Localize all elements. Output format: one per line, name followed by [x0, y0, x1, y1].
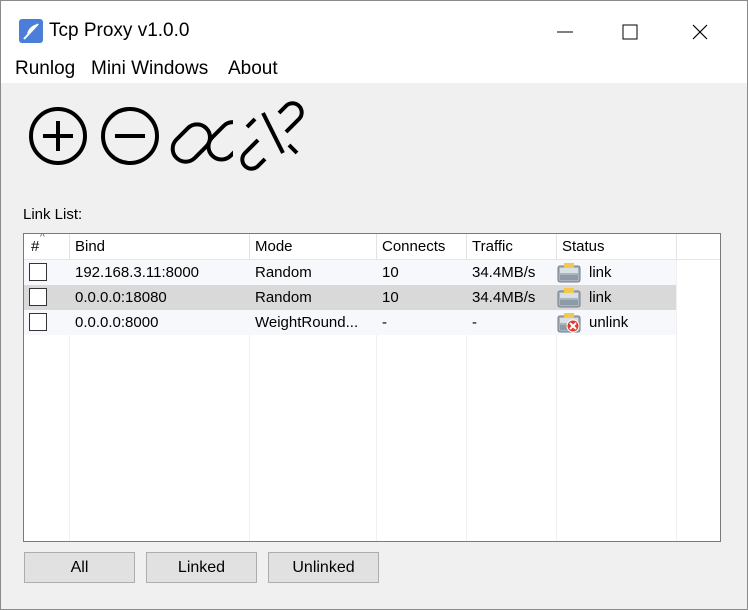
- link-list-label: Link List:: [23, 206, 83, 223]
- mode-cell: Random: [255, 289, 312, 306]
- row-checkbox[interactable]: [29, 263, 47, 281]
- sort-ascending-icon: ^: [40, 233, 45, 243]
- mode-cell: Random: [255, 264, 312, 281]
- drive-error-icon: [557, 313, 581, 333]
- remove-proxy-button[interactable]: [97, 101, 163, 171]
- header-divider: [466, 234, 467, 259]
- connects-cell: -: [382, 314, 387, 331]
- table-row[interactable]: 0.0.0.0:8000 WeightRound... - - unlink: [24, 310, 676, 335]
- table-row[interactable]: 192.168.3.11:8000 Random 10 34.4MB/s lin…: [24, 260, 676, 285]
- maximize-icon[interactable]: [615, 17, 645, 47]
- unlink-button[interactable]: [239, 101, 305, 171]
- row-checkbox[interactable]: [29, 288, 47, 306]
- link-icon: [170, 120, 233, 164]
- filter-unlinked-button[interactable]: Unlinked: [268, 552, 379, 583]
- column-header-bind[interactable]: Bind: [75, 238, 105, 255]
- drive-ok-icon: [557, 263, 581, 283]
- feather-pen-icon: [19, 19, 43, 43]
- window-title: Tcp Proxy v1.0.0: [49, 20, 190, 41]
- traffic-cell: -: [472, 314, 477, 331]
- column-header-mode[interactable]: Mode: [255, 238, 293, 255]
- table-header: # ^ Bind Mode Connects Traffic Status: [24, 234, 720, 260]
- status-cell: unlink: [589, 314, 629, 331]
- header-divider: [376, 234, 377, 259]
- app-window: Tcp Proxy v1.0.0 Runlog Mini Windows Abo…: [0, 0, 748, 610]
- table-row[interactable]: 0.0.0.0:18080 Random 10 34.4MB/s link: [24, 285, 676, 310]
- column-header-traffic[interactable]: Traffic: [472, 238, 513, 255]
- status-cell: link: [589, 289, 612, 306]
- drive-ok-icon: [557, 288, 581, 308]
- menu-bar: Runlog Mini Windows About: [1, 57, 747, 83]
- traffic-cell: 34.4MB/s: [472, 289, 536, 306]
- bind-cell: 0.0.0.0:18080: [75, 289, 167, 306]
- status-cell: link: [589, 264, 612, 281]
- connects-cell: 10: [382, 264, 399, 281]
- add-proxy-button[interactable]: [25, 101, 91, 171]
- menu-about[interactable]: About: [228, 58, 278, 80]
- column-divider: [676, 234, 677, 541]
- column-header-status[interactable]: Status: [562, 238, 605, 255]
- filter-linked-button[interactable]: Linked: [146, 552, 257, 583]
- bind-cell: 192.168.3.11:8000: [75, 264, 200, 281]
- link-button[interactable]: [167, 101, 233, 171]
- header-divider: [249, 234, 250, 259]
- title-bar[interactable]: Tcp Proxy v1.0.0: [1, 1, 747, 57]
- minimize-icon[interactable]: [551, 17, 581, 47]
- column-header-index[interactable]: #: [31, 238, 39, 255]
- traffic-cell: 34.4MB/s: [472, 264, 536, 281]
- header-divider: [676, 234, 677, 259]
- column-header-connects[interactable]: Connects: [382, 238, 445, 255]
- menu-mini-windows[interactable]: Mini Windows: [91, 58, 208, 80]
- connects-cell: 10: [382, 289, 399, 306]
- filter-all-button[interactable]: All: [24, 552, 135, 583]
- link-list-table[interactable]: # ^ Bind Mode Connects Traffic Status 19…: [23, 233, 721, 542]
- unlink-icon: [240, 101, 304, 171]
- bind-cell: 0.0.0.0:8000: [75, 314, 159, 331]
- close-icon[interactable]: [685, 17, 715, 47]
- mode-cell: WeightRound...: [255, 314, 359, 331]
- plus-circle-icon: [29, 107, 87, 165]
- row-checkbox[interactable]: [29, 313, 47, 331]
- minus-circle-icon: [101, 107, 159, 165]
- header-divider: [556, 234, 557, 259]
- menu-runlog[interactable]: Runlog: [15, 58, 75, 80]
- header-divider: [69, 234, 70, 259]
